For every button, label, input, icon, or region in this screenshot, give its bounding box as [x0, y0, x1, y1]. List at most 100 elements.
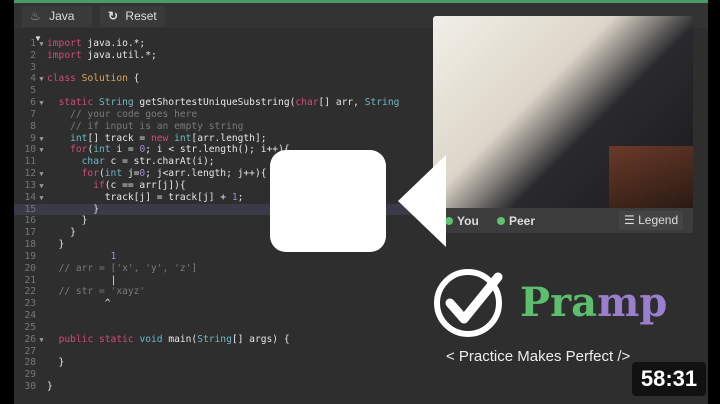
code-token: ; [237, 191, 244, 203]
line-number: 21 [24, 274, 36, 286]
line-number: 25 [24, 321, 36, 333]
code-token: // arr = ['x', 'y', 'z'] [58, 262, 198, 274]
code-token: String [197, 333, 232, 345]
check-circle-icon [434, 269, 503, 337]
code-line[interactable]: 29 [14, 369, 434, 381]
code-token: Solution [81, 73, 128, 85]
java-icon: ♨ [30, 9, 41, 23]
code-line[interactable]: 25 [14, 322, 434, 334]
code-line[interactable]: 1 ▼ import java.io.*; [14, 38, 434, 50]
code-line[interactable]: 20 // arr = ['x', 'y', 'z'] [14, 263, 434, 275]
code-token: for [70, 144, 88, 156]
code-token: [] args) { [231, 333, 290, 345]
code-line[interactable]: 28 } [14, 357, 434, 369]
code-line[interactable]: 7 // your code goes here [14, 109, 434, 121]
code-token: java.util.*; [81, 49, 157, 61]
code-token: } [47, 215, 88, 227]
line-number: 29 [24, 369, 36, 381]
code-line[interactable]: 23 ^ [14, 298, 434, 310]
code-token: new [150, 132, 169, 144]
code-line[interactable]: 2 import java.util.*; [14, 50, 434, 62]
code-line[interactable]: 4 ▼ class Solution { [14, 73, 434, 85]
line-number: 3 [30, 61, 36, 73]
line-number: 14 [24, 191, 36, 203]
line-number: 2 [30, 49, 36, 61]
code-line[interactable]: 26 ▼ public static void main(String[] arg… [14, 334, 434, 346]
reset-button[interactable]: ↻ Reset [100, 6, 165, 27]
line-number: 4 [30, 73, 36, 85]
line-number: 23 [24, 298, 36, 310]
code-line[interactable]: 24 [14, 310, 434, 322]
code-token: for [81, 168, 99, 180]
code-token: char [295, 97, 319, 109]
code-token: } [47, 357, 65, 369]
code-token: // your code goes here [70, 108, 198, 120]
code-token: int [70, 132, 88, 144]
code-token: 1 [110, 250, 117, 262]
pramp-logo: Pramp [432, 265, 667, 346]
line-number: 20 [24, 262, 36, 274]
line-number: 6 [30, 97, 36, 109]
code-line[interactable]: 22 // str = 'xayz' [14, 286, 434, 298]
code-token: // str = 'xayz' [58, 286, 146, 298]
code-token: i = [110, 144, 140, 156]
code-token: } [47, 239, 65, 251]
code-token: } [47, 227, 76, 239]
code-token: import [47, 38, 82, 49]
code-token: static [58, 97, 94, 109]
line-number: 1 [30, 38, 36, 49]
reset-icon: ↻ [108, 9, 119, 23]
code-token: (c == arr[j]){ [104, 179, 186, 191]
code-line[interactable]: 27 [14, 346, 434, 358]
peer-video-feed [609, 146, 693, 208]
code-line[interactable]: 5 [14, 85, 434, 97]
line-number: 28 [24, 357, 36, 369]
code-line[interactable]: 6 ▼ static String getShortestUniqueSubstr… [14, 97, 434, 109]
code-line[interactable]: 3 [14, 62, 434, 74]
code-line[interactable]: 19 1 [14, 251, 434, 263]
line-number: 30 [24, 381, 36, 393]
code-token: import [47, 49, 82, 61]
camera-icon-body [270, 150, 386, 252]
menu-icon: ☰ [624, 213, 635, 227]
line-number: 13 [24, 179, 36, 191]
legend-button[interactable]: ☰ Legend [619, 211, 684, 230]
line-number: 26 [24, 333, 36, 345]
code-token: main( [162, 333, 198, 345]
line-number: 12 [24, 168, 36, 180]
video-duration-badge: 58:31 [632, 362, 706, 396]
code-token: [] arr, [318, 97, 365, 109]
line-number: 24 [24, 310, 36, 322]
language-select[interactable]: ♨ Java ▼ [22, 6, 92, 43]
code-token: int [93, 144, 111, 156]
line-number: 22 [24, 286, 36, 298]
code-token: java.io.*; [81, 38, 146, 49]
code-token: if [93, 179, 105, 191]
code-token: int [174, 132, 192, 144]
code-token: j= [122, 168, 140, 180]
code-token: // if input is an empty string [70, 120, 244, 132]
code-line[interactable]: 30} [14, 381, 434, 393]
line-number: 10 [24, 144, 36, 156]
peer-indicator: Peer [497, 214, 535, 228]
code-line[interactable]: 9 ▼ int[] track = new int[arr.length]; [14, 133, 434, 145]
code-token: ; i < str.length(); i++){ [145, 144, 290, 156]
code-token: class [47, 73, 76, 85]
code-line[interactable]: 8 // if input is an empty string [14, 121, 434, 133]
code-token: c = str.charAt(i); [104, 156, 215, 168]
peer-dot-icon [497, 217, 505, 225]
line-number: 15 [24, 203, 36, 215]
code-line[interactable]: 21 | [14, 275, 434, 287]
pramp-wordmark: Pramp [520, 279, 668, 326]
